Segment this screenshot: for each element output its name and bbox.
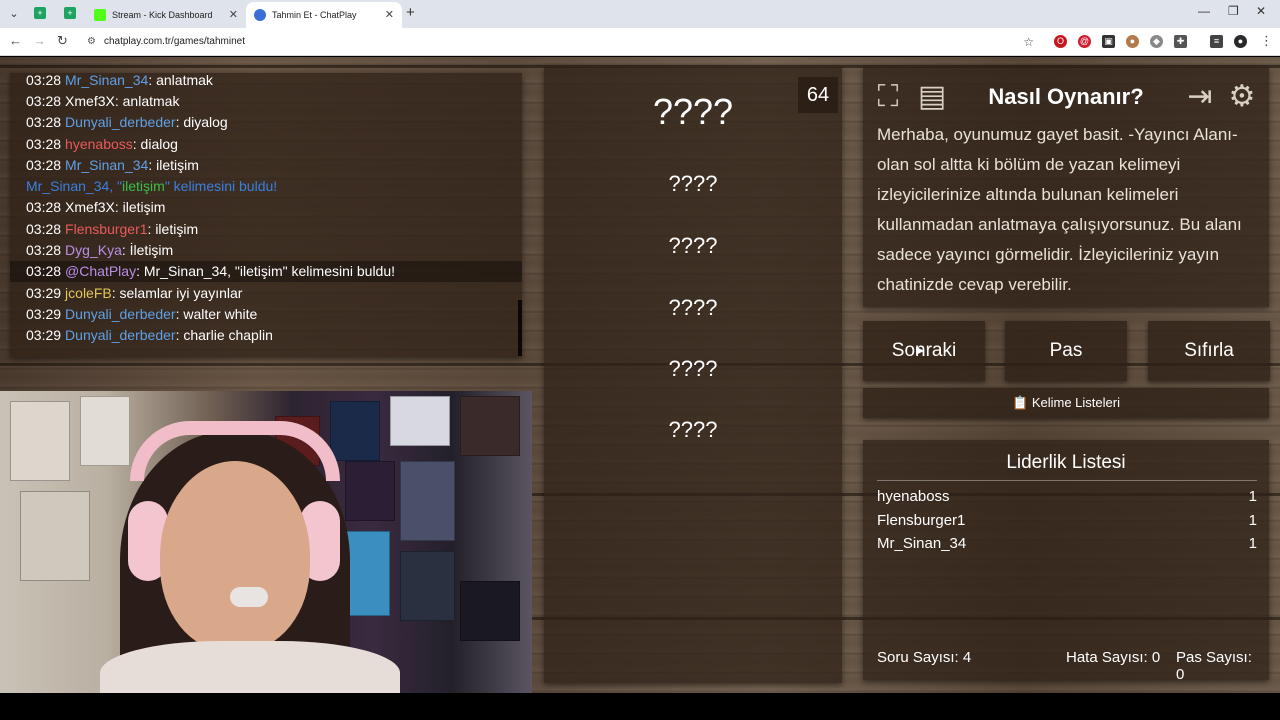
player-score: 1 (1248, 512, 1257, 529)
microphone (230, 587, 268, 607)
streamer-face (160, 461, 310, 651)
reset-button[interactable]: Sıfırla (1148, 321, 1270, 381)
player-score: 1 (1248, 488, 1257, 505)
forbidden-word: ???? (668, 171, 718, 196)
new-tab-icon[interactable]: + (406, 4, 415, 21)
tab-chatplay[interactable]: Tahmin Et - ChatPlay ✕ (246, 2, 402, 28)
question-count: Soru Sayısı: 4 (877, 649, 972, 666)
pass-count: Pas Sayısı: 0 (1176, 649, 1252, 683)
tab-title: Tahmin Et - ChatPlay (272, 10, 357, 20)
wall-poster (345, 461, 395, 521)
leaderboard-row: Mr_Sinan_34 1 (877, 532, 1257, 555)
extension-icon-3[interactable]: ● (1126, 35, 1139, 48)
forbidden-word: ???? (668, 417, 718, 442)
chatplay-icon (254, 9, 266, 21)
wall-poster (460, 581, 520, 641)
profile-avatar[interactable]: ● (1234, 35, 1247, 48)
extensions-puzzle-icon[interactable]: ✚ (1174, 35, 1187, 48)
words-panel: 64 ???? ???? ???? ???? ???? ???? (544, 67, 842, 683)
back-icon[interactable]: ← (9, 33, 22, 48)
bookmark-star-icon[interactable]: ☆ (1023, 31, 1034, 53)
extension-icon-2[interactable]: ▣ (1102, 35, 1115, 48)
forbidden-word: ???? (668, 356, 718, 381)
kick-icon (94, 9, 106, 21)
game-stats: Soru Sayısı: 4 Hata Sayısı: 0 Pas Sayısı… (877, 649, 1257, 683)
tab-title: Stream - Kick Dashboard (112, 10, 213, 20)
menu-icon[interactable]: ⋮ (1260, 33, 1273, 49)
chat-message: 03:28 Mr_Sinan_34: anlatmak (26, 73, 213, 88)
restore-icon[interactable]: ❐ (1228, 4, 1239, 18)
opera-extension-icon[interactable]: O (1054, 35, 1067, 48)
leaderboard-title: Liderlik Listesi (1006, 452, 1126, 473)
minimize-icon[interactable]: — (1198, 4, 1210, 18)
chat-scrollbar[interactable] (518, 300, 522, 356)
chat-message: 03:28 Dunyali_derbeder: diyalog (26, 114, 228, 130)
player-score: 1 (1248, 535, 1257, 552)
wall-poster (20, 491, 90, 581)
chat-message: 03:28 hyenaboss: dialog (26, 136, 178, 152)
leaderboard-panel: Liderlik Listesi hyenaboss 1 Flensburger… (863, 440, 1269, 683)
webcam-overlay (0, 391, 532, 693)
wall-poster (400, 551, 455, 621)
media-controls-icon[interactable]: ≡ (1210, 35, 1223, 48)
pass-button[interactable]: Pas (1005, 321, 1127, 381)
forbidden-word: ???? (668, 233, 718, 258)
settings-gear-icon[interactable]: ⚙ (1223, 78, 1261, 116)
chat-message: 03:28 Xmef3X: anlatmak (26, 93, 180, 109)
sheets-pinned-tab-icon[interactable]: + (34, 7, 46, 19)
error-count: Hata Sayısı: 0 (1066, 649, 1161, 666)
leaderboard-row: Flensburger1 1 (877, 509, 1257, 532)
player-name: Flensburger1 (877, 512, 966, 529)
leaderboard-row: hyenaboss 1 (877, 485, 1257, 508)
chat-message: 03:28 Flensburger1: iletişim (26, 221, 199, 237)
player-name: Mr_Sinan_34 (877, 535, 967, 552)
wall-poster (460, 396, 520, 456)
logout-icon[interactable]: ⇥ (1181, 78, 1219, 116)
wall-poster (330, 401, 380, 461)
chat-message: 03:28 Mr_Sinan_34: iletişim (26, 157, 199, 173)
browser-toolbar: ← → ↻ ⚙ chatplay.com.tr/games/tahminet ☆… (0, 28, 1280, 56)
tab-search-icon[interactable]: ⌄ (4, 4, 24, 24)
mouse-cursor-icon: ▸ (916, 342, 925, 359)
forward-icon[interactable]: → (33, 33, 46, 48)
chat-found-notice: Mr_Sinan_34, "iletişim" kelimesini buldu… (26, 178, 278, 194)
bottom-black-bar (0, 693, 1280, 720)
chat-message: 03:29 Dunyali_derbeder: walter white (26, 306, 258, 322)
player-name: hyenaboss (877, 488, 950, 505)
chat-message: 03:28 Xmef3X: iletişim (26, 199, 166, 215)
extension-icon[interactable]: @ (1078, 35, 1091, 48)
url-text: chatplay.com.tr/games/tahminet (104, 36, 245, 47)
chat-message: 03:29 jcoleFB: selamlar iyi yayınlar (26, 285, 243, 301)
how-to-play-text: Merhaba, oyunumuz gayet basit. -Yayıncı … (877, 125, 1242, 294)
wall-poster (80, 396, 130, 466)
chat-message: 03:28 Dyg_Kya: İletişim (26, 242, 174, 258)
how-to-play-panel: ⛶ ▤ Nasıl Oynanır? ⇥ ⚙ Merhaba, oyunumuz… (863, 67, 1269, 307)
address-bar[interactable]: ⚙ chatplay.com.tr/games/tahminet ☆ (80, 31, 1040, 53)
site-info-icon[interactable]: ⚙ (87, 31, 96, 53)
wall-poster (400, 461, 455, 541)
chat-message: 03:29 Dunyali_derbeder: charlie chaplin (26, 327, 273, 343)
tab-kick-dashboard[interactable]: Stream - Kick Dashboard ✕ (86, 2, 246, 28)
leaderboard-divider (877, 480, 1257, 481)
browser-tab-bar: ⌄ + + Stream - Kick Dashboard ✕ Tahmin E… (0, 0, 1280, 28)
close-tab-icon[interactable]: ✕ (229, 2, 238, 28)
forbidden-word: ???? (668, 295, 718, 320)
streamer-shirt (100, 641, 400, 693)
close-tab-icon[interactable]: ✕ (385, 2, 394, 28)
close-window-icon[interactable]: ✕ (1256, 4, 1266, 18)
chat-panel[interactable]: 03:28 Mr_Sinan_34: anlatmak 03:28 Xmef3X: … (10, 73, 522, 357)
wall-poster (390, 396, 450, 446)
wall-poster (10, 401, 70, 481)
chat-bot-message: 03:28 @ChatPlay: Mr_Sinan_34, "iletişim" … (10, 261, 522, 282)
shield-extension-icon[interactable]: ◆ (1150, 35, 1163, 48)
sheets-pinned-tab-icon-2[interactable]: + (64, 7, 76, 19)
main-word: ???? (652, 91, 734, 132)
game-page: 03:28 Mr_Sinan_34: anlatmak 03:28 Xmef3X: … (0, 57, 1280, 693)
reload-icon[interactable]: ↻ (57, 33, 68, 49)
word-lists-button[interactable]: 📋 Kelime Listeleri (863, 388, 1269, 418)
